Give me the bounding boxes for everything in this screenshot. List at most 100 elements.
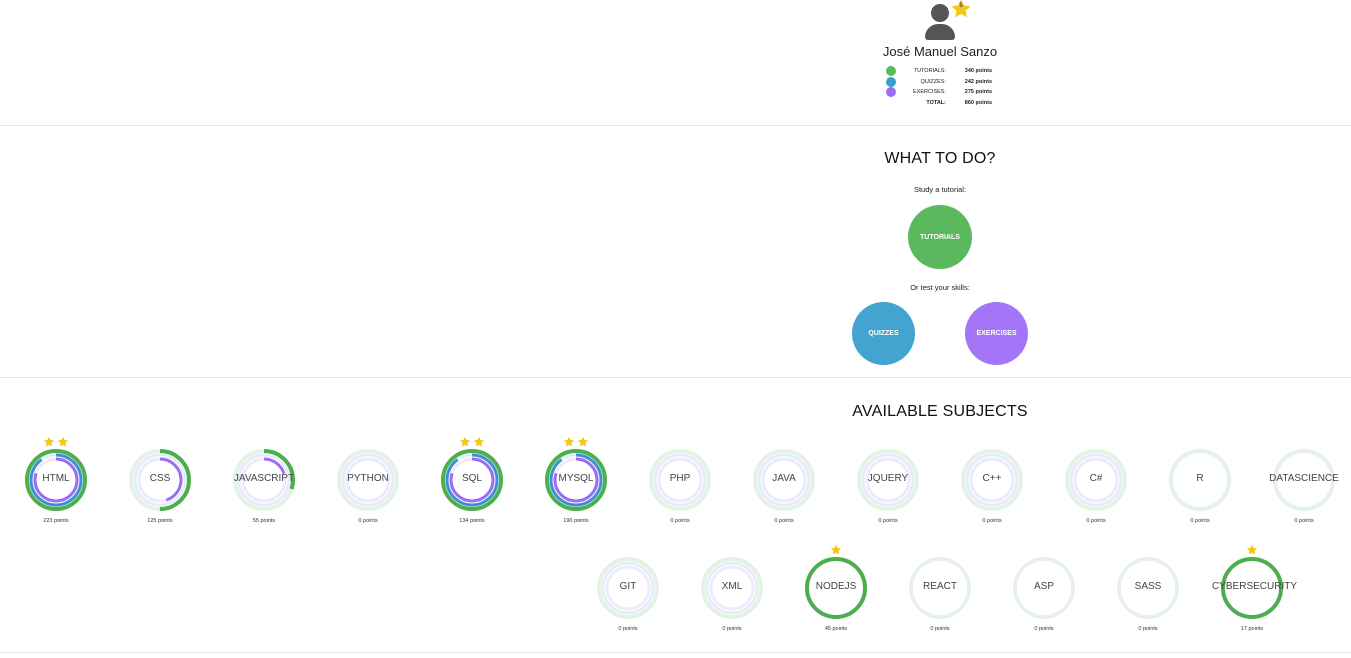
subject-points: 0 points xyxy=(878,518,898,524)
divider xyxy=(0,125,1351,126)
subject-name: MYSQL xyxy=(558,473,594,484)
subject-mysql[interactable]: MYSQL 190 points xyxy=(536,436,616,530)
subject-c-[interactable]: C# 0 points xyxy=(1056,440,1136,530)
quizzes-button[interactable]: QUIZZES xyxy=(852,302,915,365)
subject-stars xyxy=(588,544,668,556)
subject-points: 0 points xyxy=(1138,626,1158,632)
total-value: 860 points xyxy=(964,99,992,106)
subject-java[interactable]: JAVA 0 points xyxy=(744,440,824,530)
star-icon xyxy=(57,436,69,447)
subject-r[interactable]: R 0 points xyxy=(1160,440,1240,530)
study-tutorial-text: Study a tutorial: xyxy=(913,185,967,194)
quizzes-dot-icon xyxy=(886,76,896,87)
subject-points: 0 points xyxy=(1034,626,1054,632)
subject-stars xyxy=(900,544,980,556)
subject-cybersecurity[interactable]: CYBERSECURITY 17 points xyxy=(1212,544,1298,638)
subject-xml[interactable]: XML 0 points xyxy=(692,548,772,638)
star-icon xyxy=(1246,544,1258,555)
subject-name: ASP xyxy=(1033,581,1054,592)
subject-points: 0 points xyxy=(1086,518,1106,524)
subject-stars xyxy=(1004,544,1084,556)
subject-stars xyxy=(1056,436,1136,448)
subject-datascience[interactable]: DATASCIENCE 0 points xyxy=(1264,440,1344,530)
star-icon xyxy=(459,436,471,447)
subject-name: JAVASCRIPT xyxy=(233,473,295,484)
subject-name: PYTHON xyxy=(347,473,389,484)
subject-html[interactable]: HTML 223 points xyxy=(16,436,96,530)
subject-stars xyxy=(796,544,876,556)
total-label: TOTAL: xyxy=(926,99,946,106)
subject-name: GIT xyxy=(619,581,637,592)
subject-git[interactable]: GIT 0 points xyxy=(588,548,668,638)
subject-points: 0 points xyxy=(930,626,950,632)
subject-css[interactable]: CSS 125 points xyxy=(120,440,200,530)
points-value: 275 points xyxy=(964,89,992,95)
subject-stars xyxy=(328,436,408,448)
subject-stars xyxy=(952,436,1032,448)
subject-name: JAVA xyxy=(772,473,796,484)
subject-points: 0 points xyxy=(722,626,742,632)
tutorials-button[interactable]: TUTORIALS xyxy=(908,205,972,269)
points-row-quizzes: QUIZZES: 242 points xyxy=(886,76,996,88)
subject-stars xyxy=(1264,436,1344,448)
what-to-do-title: WHAT TO DO? xyxy=(884,150,996,167)
subject-points: 17 points xyxy=(1240,626,1264,632)
subject-name: SQL xyxy=(461,473,482,484)
subject-name: CSS xyxy=(149,473,171,484)
subject-name: CYBERSECURITY xyxy=(1212,581,1298,592)
subject-stars xyxy=(432,436,512,448)
tutorials-dot-icon xyxy=(886,66,896,76)
subject-name: R xyxy=(1196,473,1204,484)
subject-php[interactable]: PHP 0 points xyxy=(640,440,720,530)
subject-name: C++ xyxy=(982,473,1002,484)
points-label: EXERCISES: xyxy=(912,89,946,95)
subject-stars xyxy=(1108,544,1188,556)
subject-points: 45 points xyxy=(824,626,848,632)
points-summary: TUTORIALS: 340 points QUIZZES: 242 point… xyxy=(886,66,996,108)
exercises-dot-icon xyxy=(886,87,896,97)
subject-javascript[interactable]: JAVASCRIPT 55 points xyxy=(224,440,304,530)
user-profile: 5 José Manuel Sanzo TUTORIALS: 340 point… xyxy=(840,0,1040,120)
points-row-tutorials: TUTORIALS: 340 points xyxy=(886,66,996,77)
subject-python[interactable]: PYTHON 0 points xyxy=(328,440,408,530)
subject-points: 0 points xyxy=(670,518,690,524)
star-icon xyxy=(577,436,589,447)
subject-stars xyxy=(1160,436,1240,448)
points-value: 242 points xyxy=(964,78,992,85)
subject-points: 125 points xyxy=(147,518,173,524)
subject-stars xyxy=(848,436,928,448)
subject-jquery[interactable]: JQUERY 0 points xyxy=(848,440,928,530)
subject-points: 0 points xyxy=(1190,518,1210,524)
subject-sql[interactable]: SQL 134 points xyxy=(432,436,512,530)
subject-stars xyxy=(536,436,616,448)
subject-stars xyxy=(1212,544,1292,556)
subject-stars xyxy=(692,544,772,556)
divider xyxy=(0,652,1351,653)
points-row-exercises: EXERCISES: 275 points xyxy=(886,87,996,98)
subject-points: 134 points xyxy=(459,518,485,524)
subject-sass[interactable]: SASS 0 points xyxy=(1108,548,1188,638)
subject-stars xyxy=(16,436,96,448)
points-row-total: TOTAL: 860 points xyxy=(886,98,996,109)
subject-react[interactable]: REACT 0 points xyxy=(900,548,980,638)
test-skills-text: Or test your skills: xyxy=(910,283,970,292)
subject-asp[interactable]: ASP 0 points xyxy=(1004,548,1084,638)
subject-points: 0 points xyxy=(774,518,794,524)
subject-name: DATASCIENCE xyxy=(1269,473,1339,484)
subject-c-[interactable]: C++ 0 points xyxy=(952,440,1032,530)
star-badge-count: 5 xyxy=(959,3,963,9)
subject-stars xyxy=(120,436,200,448)
subject-name: PHP xyxy=(669,473,691,484)
exercises-button[interactable]: EXERCISES xyxy=(965,302,1028,365)
subject-stars xyxy=(744,436,824,448)
divider xyxy=(0,377,1351,378)
subject-nodejs[interactable]: NODEJS 45 points xyxy=(796,544,876,638)
points-value: 340 points xyxy=(964,68,992,74)
subject-name: REACT xyxy=(923,581,957,592)
star-icon xyxy=(830,544,842,555)
subject-name: C# xyxy=(1089,473,1103,484)
user-name: José Manuel Sanzo xyxy=(882,44,998,59)
subject-stars xyxy=(224,436,304,448)
star-icon xyxy=(473,436,485,447)
subject-points: 55 points xyxy=(252,518,276,524)
